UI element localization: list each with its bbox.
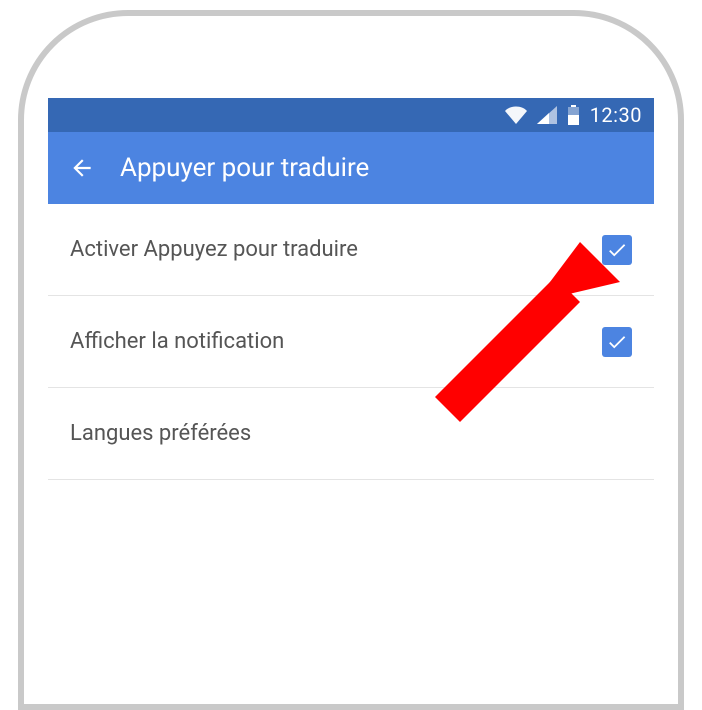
setting-label: Langues préférées: [70, 421, 251, 446]
setting-label: Activer Appuyez pour traduire: [70, 237, 358, 262]
arrow-back-icon: [69, 155, 95, 181]
battery-icon: [567, 105, 580, 125]
back-button[interactable]: [68, 154, 96, 182]
check-icon: [606, 239, 628, 261]
app-bar: Appuyer pour traduire: [48, 132, 654, 204]
wifi-icon: [505, 106, 527, 124]
setting-activate-tap-to-translate[interactable]: Activer Appuyez pour traduire: [48, 204, 654, 296]
checkbox-notification[interactable]: [602, 327, 632, 357]
setting-preferred-languages[interactable]: Langues préférées: [48, 388, 654, 480]
status-bar: 12:30: [48, 98, 654, 132]
setting-label: Afficher la notification: [70, 329, 284, 354]
screen: 12:30 Appuyer pour traduire Activer Appu…: [48, 98, 654, 704]
status-time: 12:30: [590, 103, 642, 127]
page-title: Appuyer pour traduire: [120, 153, 369, 183]
phone-frame: 12:30 Appuyer pour traduire Activer Appu…: [18, 10, 684, 710]
setting-show-notification[interactable]: Afficher la notification: [48, 296, 654, 388]
check-icon: [606, 331, 628, 353]
signal-icon: [537, 106, 557, 124]
settings-list: Activer Appuyez pour traduire Afficher l…: [48, 204, 654, 480]
checkbox-activate[interactable]: [602, 235, 632, 265]
